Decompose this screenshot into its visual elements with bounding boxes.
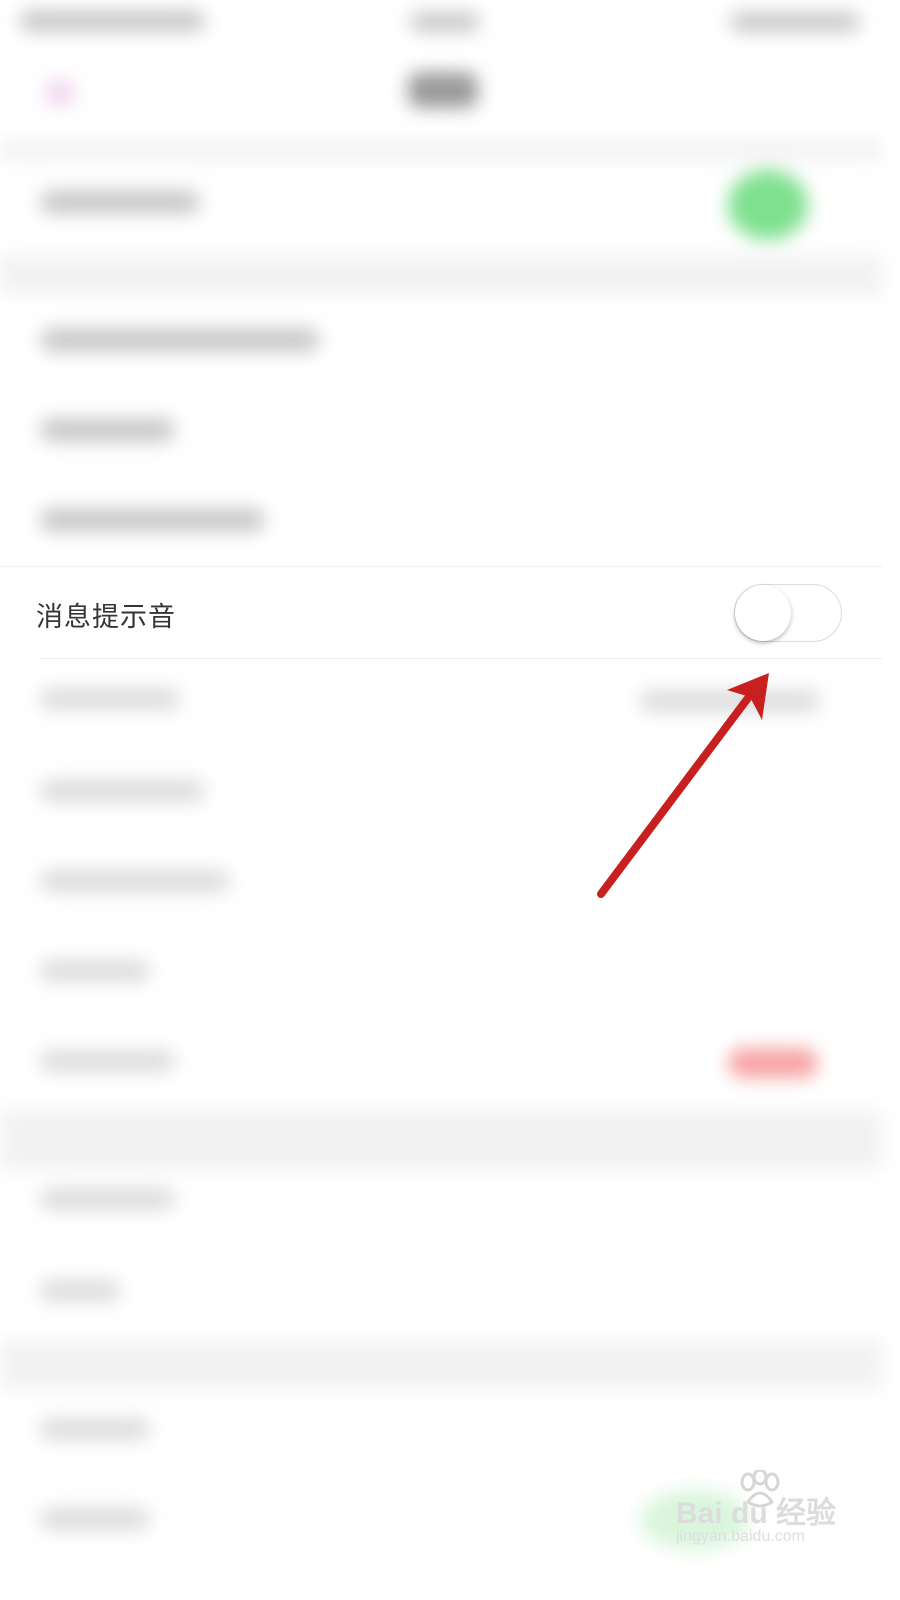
arrow-icon <box>597 673 769 898</box>
watermark-url: jingyan.baidu.com <box>676 1528 805 1545</box>
baidu-jingyan-watermark: Bai du 经验 jingyan.baidu.com <box>672 1470 842 1560</box>
watermark-brand: Bai du 经验 <box>676 1497 837 1530</box>
